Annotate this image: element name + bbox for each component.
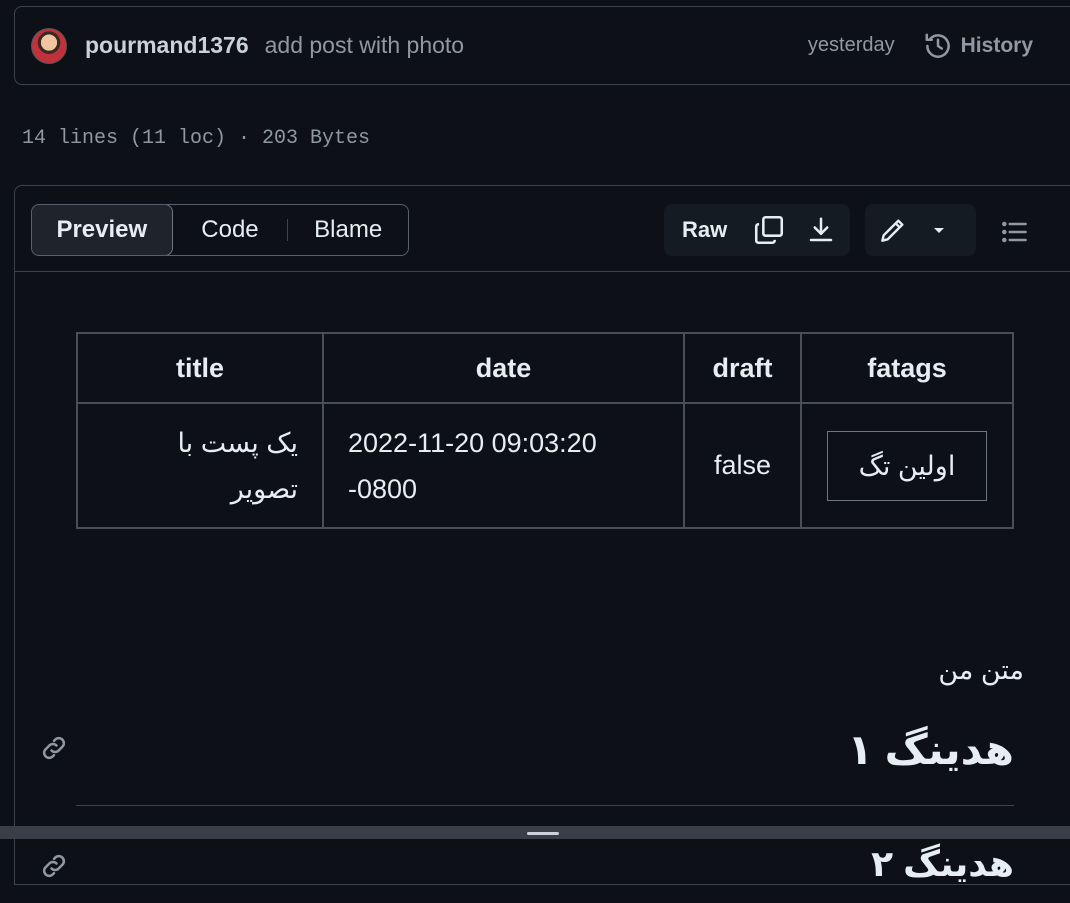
header-fatags: fatags xyxy=(800,332,1014,404)
author-avatar[interactable] xyxy=(31,27,67,64)
title-cell: یک پست با تصویر xyxy=(76,402,324,529)
date-cell: 2022-11-20 09:03:20 -0800 xyxy=(322,402,685,529)
commit-author[interactable]: pourmand1376 xyxy=(85,32,249,59)
tags-cell: اولین تگ xyxy=(800,402,1014,529)
tag-item: اولین تگ xyxy=(827,430,987,501)
commit-message[interactable]: add post with photo xyxy=(265,32,464,59)
table-header-row: title date draft fatags xyxy=(76,332,1014,404)
heading-1-row: هدینگ ۱ xyxy=(39,725,1014,807)
heading-2: هدینگ ۲ xyxy=(871,843,1014,884)
link-icon[interactable] xyxy=(39,733,69,763)
view-mode-switch: Preview Code Blame xyxy=(31,204,409,256)
commit-time: yesterday xyxy=(807,34,895,56)
file-header: Preview Code Blame Raw xyxy=(15,186,1070,272)
list-icon[interactable] xyxy=(999,216,1031,248)
download-icon[interactable] xyxy=(806,215,836,245)
tab-preview[interactable]: Preview xyxy=(32,205,173,255)
heading-2-row: هدینگ ۲ xyxy=(39,843,1014,903)
header-date: date xyxy=(322,332,685,404)
table-row: یک پست با تصویر 2022-11-20 09:03:20 -080… xyxy=(76,402,1014,529)
raw-button[interactable]: Raw xyxy=(682,217,752,243)
history-label: History xyxy=(960,33,1033,57)
edit-actions xyxy=(865,204,976,256)
copy-icon[interactable] xyxy=(752,213,786,247)
draft-cell: false xyxy=(683,402,802,529)
heading-1: هدینگ ۱ xyxy=(847,726,1014,773)
paragraph: متن من xyxy=(938,655,1024,685)
pencil-icon[interactable] xyxy=(877,214,909,246)
resize-handle[interactable] xyxy=(527,832,559,835)
header-draft: draft xyxy=(683,332,802,404)
front-matter-table: title date draft fatags یک پست با تصویر … xyxy=(76,332,1014,529)
title-line-1: یک پست با xyxy=(177,427,298,458)
tab-blame[interactable]: Blame xyxy=(288,205,408,255)
latest-commit-bar: pourmand1376 add post with photo yesterd… xyxy=(14,6,1070,85)
file-info: 14 lines (11 loc) · 203 Bytes xyxy=(22,127,371,150)
title-line-2: تصویر xyxy=(230,473,298,504)
heading-divider xyxy=(76,805,1014,806)
date-line-2: -0800 xyxy=(348,473,418,504)
header-title: title xyxy=(76,332,324,404)
file-viewer: Preview Code Blame Raw title date draft … xyxy=(14,185,1070,885)
triangle-down-icon[interactable] xyxy=(931,222,947,238)
date-line-1: 2022-11-20 09:03:20 xyxy=(348,427,597,458)
history-button[interactable]: History xyxy=(923,31,1033,61)
history-icon xyxy=(923,31,953,61)
tab-code[interactable]: Code xyxy=(173,205,288,255)
link-icon[interactable] xyxy=(39,851,69,881)
raw-actions: Raw xyxy=(664,204,850,256)
